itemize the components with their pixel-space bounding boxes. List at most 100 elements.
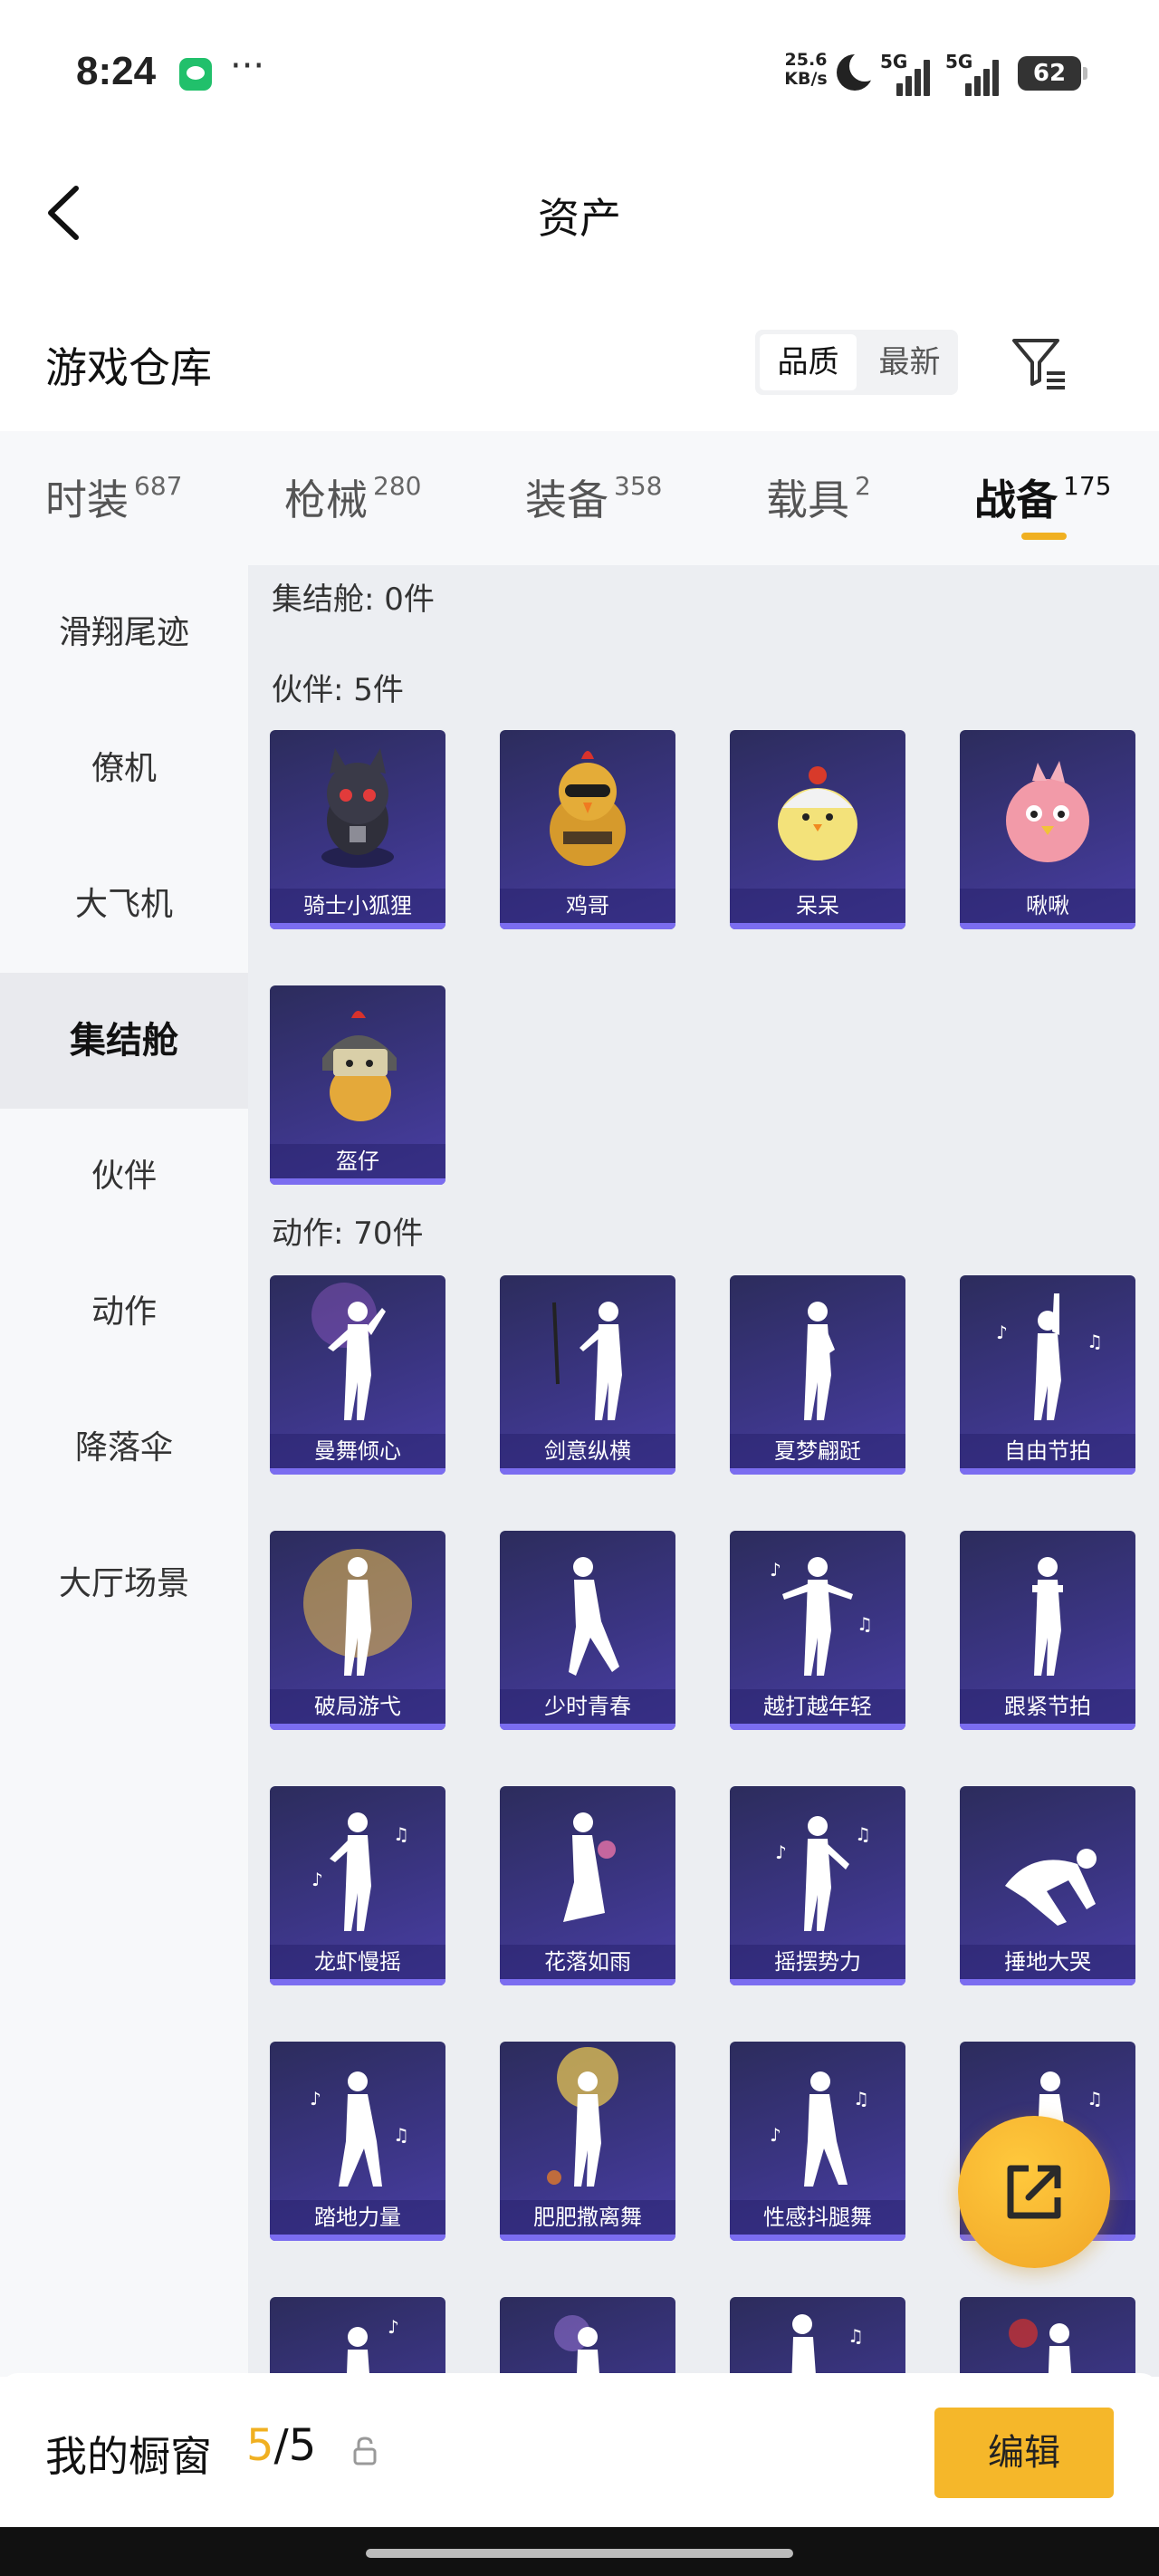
svg-text:♫: ♫ [393,1823,409,1845]
status-bar: 8:24 ··· 25.6 KB/s 5G 5G 62 [0,0,1159,145]
sidebar-item-glide-trail[interactable]: 滑翔尾迹 [0,565,248,701]
svg-text:♫: ♫ [855,1823,871,1845]
net-speed: 25.6 KB/s [784,50,828,89]
dancer-silhouette-icon: ♪♫ [775,1816,871,1931]
group-label: 集结舱: 0件 [272,582,435,618]
item-name: 啾啾 [960,889,1135,923]
svg-text:♪: ♪ [770,2124,781,2146]
item-name: 肥肥撒离舞 [500,2200,675,2235]
item-card[interactable]: 骑士小狐狸 [270,730,445,929]
svg-text:♪: ♪ [310,2088,321,2110]
dancer-silhouette-icon [569,1557,619,1676]
sidebar-item-rally-pod[interactable]: 集结舱 [0,973,248,1109]
sidebar-item-parachute[interactable]: 降落伞 [0,1380,248,1516]
item-card[interactable]: 啾啾 [960,730,1135,929]
sidebar-item-emote[interactable]: 动作 [0,1245,248,1380]
wechat-icon [179,58,212,91]
daidai-chick-art [778,766,857,860]
showcase-count: 5/5 [246,2420,317,2471]
home-indicator [0,2527,1159,2576]
status-time: 8:24 [76,49,157,93]
item-card[interactable]: ♪ ♫ 踏地力量 [270,2042,445,2241]
item-card[interactable]: 呆呆 [730,730,905,929]
item-name: 骑士小狐狸 [270,889,445,923]
svg-text:♫: ♫ [393,2124,409,2146]
lock-icon [353,2437,377,2465]
sort-option-quality[interactable]: 品质 [760,334,857,390]
tab-fashion[interactable]: 时装 687 [45,467,182,527]
filter-icon[interactable] [1009,332,1068,391]
item-name: 跟紧节拍 [960,1689,1135,1724]
helmet-kid-art [322,1011,397,1121]
share-external-icon [1007,2165,1061,2219]
showcase-label: 我的橱窗 [45,2432,212,2481]
item-card[interactable]: 破局游弋 [270,1531,445,1730]
jiujiu-bird-art [1006,761,1089,862]
item-name: 性感抖腿舞 [730,2200,905,2235]
item-card[interactable]: ♪ ♫ 摇摆势力 [730,1786,905,1985]
item-card[interactable]: 鸡哥 [500,730,675,929]
active-tab-indicator [1021,533,1067,540]
svg-text:♪: ♪ [388,2316,399,2338]
item-card[interactable]: 少时青春 [500,1531,675,1730]
sidebar-item-big-plane[interactable]: 大飞机 [0,837,248,973]
item-card[interactable]: 捶地大哭 [960,1786,1135,1985]
sidebar-item-lobby-scene[interactable]: 大厅场景 [0,1516,248,1652]
sidebar-item-wingman[interactable]: 僚机 [0,701,248,837]
item-card[interactable]: 盔仔 [270,985,445,1185]
item-name: 剑意纵横 [500,1434,675,1468]
signal-icon-2: 5G [945,51,1007,96]
tab-war-prep[interactable]: 战备 175 [974,467,1111,527]
signal-icon: 5G [880,51,938,96]
dancer-silhouette-icon [311,1283,386,1420]
item-name: 捶地大哭 [960,1945,1135,1979]
svg-text:♪: ♪ [996,1322,1008,1343]
item-card[interactable]: ♪ ♫ 龙虾慢摇 [270,1786,445,1985]
dancer-silhouette-icon [563,1812,616,1922]
item-name: 龙虾慢摇 [270,1945,445,1979]
sidebar: 滑翔尾迹 僚机 大飞机 集结舱 伙伴 动作 降落伞 大厅场景 [0,565,248,2377]
item-name: 夏梦翩跹 [730,1434,905,1468]
item-name: 破局游弋 [270,1689,445,1724]
dancer-silhouette-icon [547,2047,618,2187]
tab-equipment[interactable]: 装备 358 [525,467,662,527]
dancer-silhouette-icon: ♪♫ [770,1557,873,1676]
item-card[interactable]: 肥肥撒离舞 [500,2042,675,2241]
tab-guns[interactable]: 枪械 280 [284,467,421,527]
sidebar-item-companion[interactable]: 伙伴 [0,1109,248,1245]
item-name: 少时青春 [500,1689,675,1724]
sort-option-newest[interactable]: 最新 [861,330,958,395]
item-card[interactable]: ♪ ♫ 越打越年轻 [730,1531,905,1730]
svg-text:♪: ♪ [770,1559,781,1581]
sort-toggle[interactable]: 品质 最新 [755,330,958,395]
dancer-silhouette-icon: ♪♫ [996,1293,1103,1420]
share-external-button[interactable] [958,2116,1110,2268]
svg-text:♫: ♫ [857,1613,873,1635]
dancer-silhouette-icon: ♪♫ [311,1812,409,1931]
item-name: 呆呆 [730,889,905,923]
svg-text:♪: ♪ [775,1841,787,1863]
item-name: 花落如雨 [500,1945,675,1979]
dancer-silhouette-icon [303,1549,412,1676]
dancer-silhouette-icon: ♪♫ [310,2071,409,2187]
item-card[interactable]: 花落如雨 [500,1786,675,1985]
dancer-silhouette-icon [1032,1557,1063,1676]
edit-button[interactable]: 编辑 [934,2408,1114,2498]
dancer-silhouette-icon [804,1302,835,1420]
item-card[interactable]: 夏梦翩跹 [730,1275,905,1475]
item-name: 自由节拍 [960,1434,1135,1468]
dancer-silhouette-icon [552,1302,622,1420]
item-name: 鸡哥 [500,889,675,923]
item-card[interactable]: 剑意纵横 [500,1275,675,1475]
moon-icon [837,51,880,91]
item-card[interactable]: ♪ ♫ 自由节拍 [960,1275,1135,1475]
item-card[interactable]: ♪ ♫ 性感抖腿舞 [730,2042,905,2241]
tab-vehicles[interactable]: 载具 2 [766,467,871,527]
item-name: 踏地力量 [270,2200,445,2235]
home-indicator-pill[interactable] [366,2549,793,2558]
dancer-silhouette-icon: ♪♫ [770,2071,869,2187]
chicken-bro-art [550,751,626,866]
item-card[interactable]: 曼舞倾心 [270,1275,445,1475]
svg-text:♫: ♫ [853,2088,869,2110]
item-card[interactable]: 跟紧节拍 [960,1531,1135,1730]
